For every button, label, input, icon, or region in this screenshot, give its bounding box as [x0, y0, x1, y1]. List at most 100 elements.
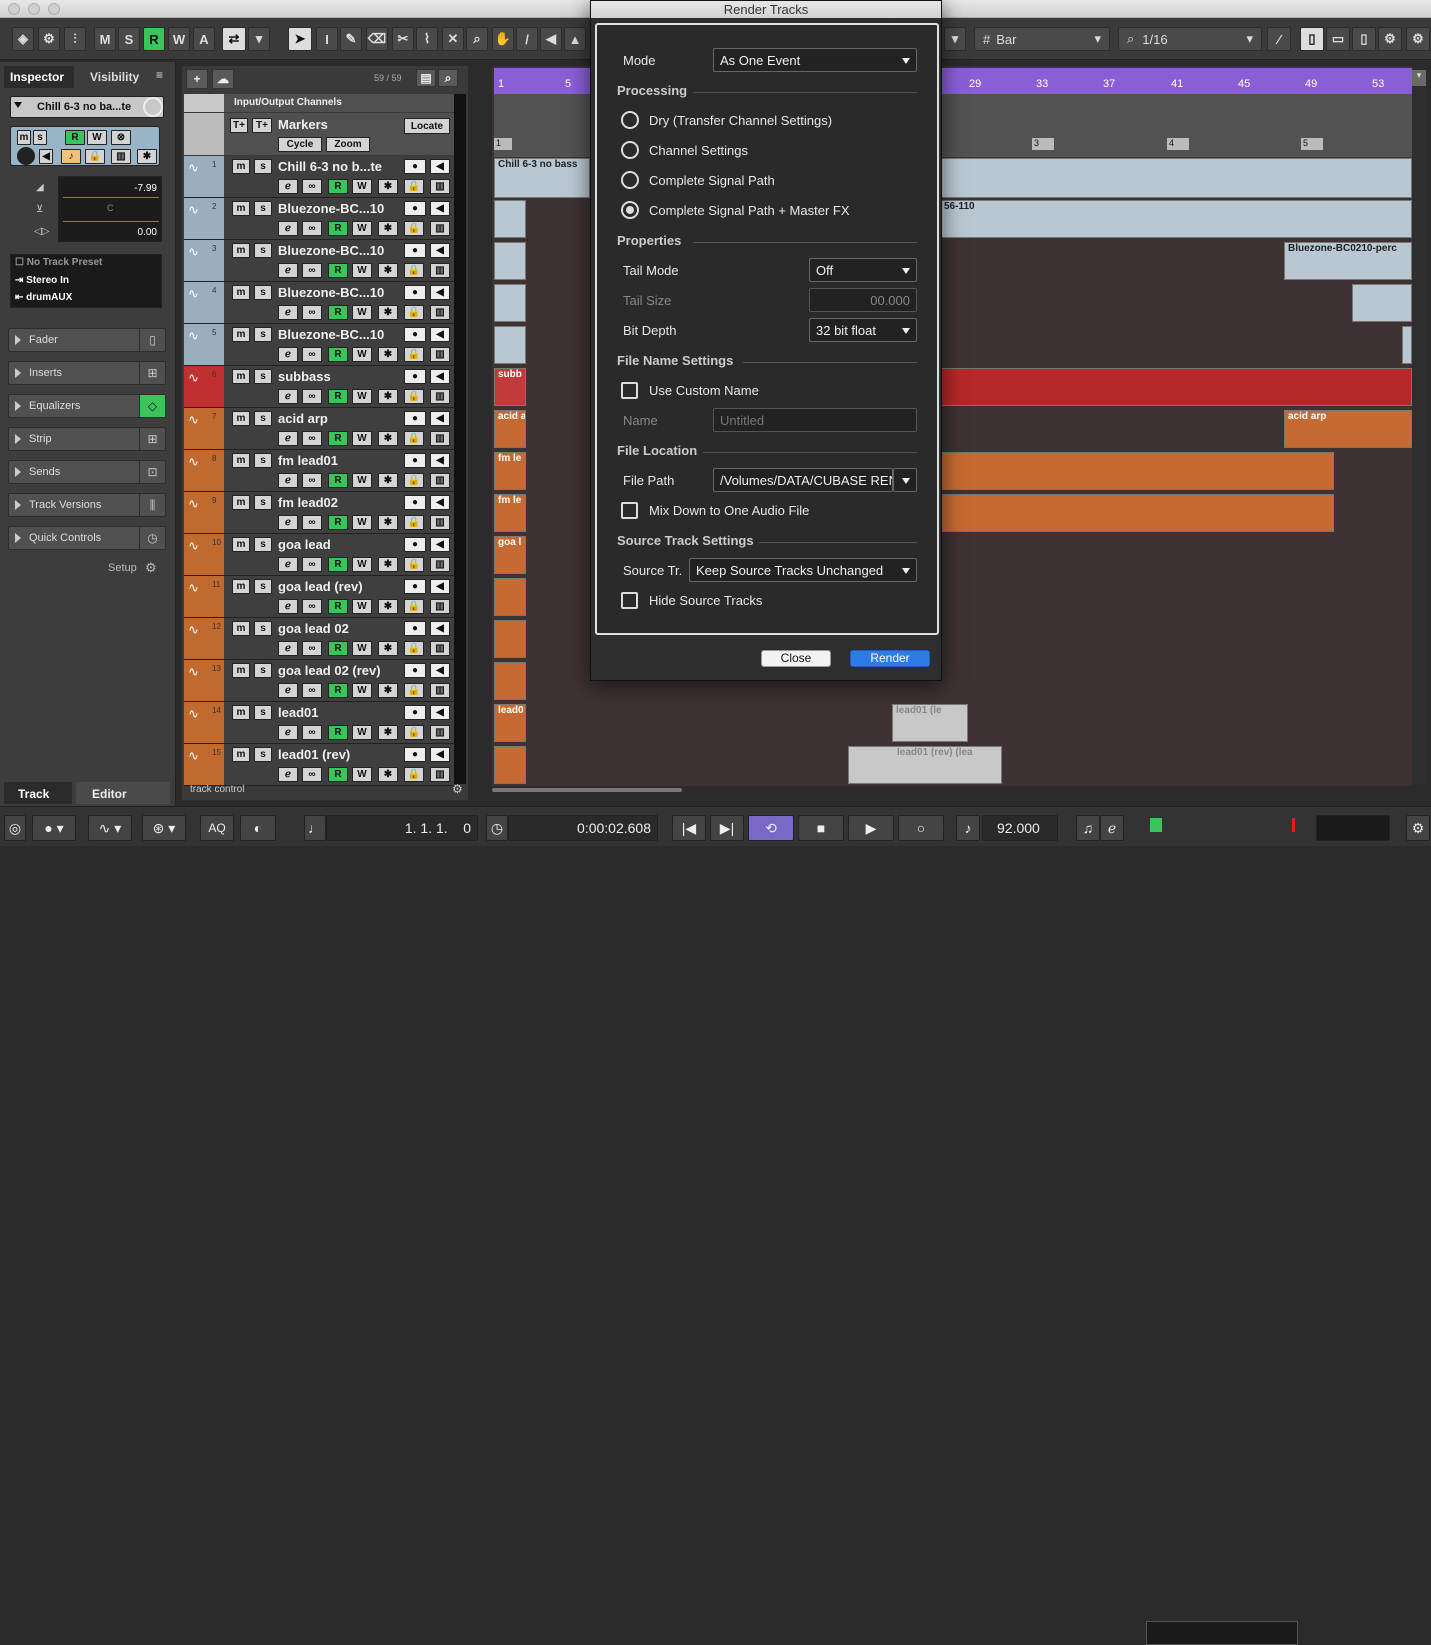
section-strip[interactable]: Strip ⊞: [8, 427, 166, 451]
record-enable-button[interactable]: ●: [404, 327, 426, 342]
marker-1[interactable]: 1: [494, 138, 512, 150]
delay-value[interactable]: 0.00: [138, 227, 157, 238]
quantize-apply-icon[interactable]: ⁄: [1267, 27, 1291, 51]
inspector-track-name[interactable]: Chill 6-3 no ba...te: [10, 96, 164, 118]
monitor-button[interactable]: ⊗: [111, 130, 131, 145]
mute-tool-icon[interactable]: ✕: [442, 27, 464, 51]
lanes-icon[interactable]: ▥: [430, 683, 450, 698]
record-enable-button[interactable]: ●: [404, 705, 426, 720]
track-name[interactable]: acid arp: [278, 411, 328, 426]
track-row[interactable]: ∿ 6 m s subbass ● ◀ ℯ ∞ R W ✱ 🔒 ▥: [184, 366, 454, 408]
track-name[interactable]: Bluezone-BC...10: [278, 285, 384, 300]
event-bluezone-4a[interactable]: [494, 284, 526, 322]
solo-button[interactable]: s: [254, 705, 272, 720]
read-automation-button[interactable]: R: [328, 347, 348, 362]
freeze-icon[interactable]: ✱: [378, 179, 398, 194]
tab-track[interactable]: Track: [4, 782, 72, 804]
freeze-icon[interactable]: ✱: [137, 149, 157, 164]
write-automation-button[interactable]: W: [352, 725, 372, 740]
speaker-tool-icon[interactable]: ◀: [540, 27, 562, 51]
solo-button[interactable]: s: [254, 747, 272, 762]
freeze-icon[interactable]: ✱: [378, 515, 398, 530]
event-fm-lead02-wave[interactable]: [940, 494, 1334, 532]
lock-icon[interactable]: 🔒: [404, 179, 424, 194]
lanes-icon[interactable]: ▥: [111, 149, 131, 164]
go-to-end-icon[interactable]: ▶|: [710, 815, 744, 841]
marker-3[interactable]: 3: [1032, 138, 1054, 150]
gear-icon[interactable]: ⚙: [145, 560, 157, 576]
lanes-icon[interactable]: ▥: [430, 515, 450, 530]
track-color-strip[interactable]: ∿ 1: [184, 156, 224, 197]
radio-dry[interactable]: [621, 111, 639, 129]
record-enable-button[interactable]: ●: [404, 747, 426, 762]
link-icon[interactable]: ∞: [302, 347, 322, 362]
close-button[interactable]: Close: [761, 650, 831, 667]
visibility-icon[interactable]: ▤: [416, 69, 436, 87]
lock-icon[interactable]: 🔒: [85, 149, 105, 164]
track-row[interactable]: ∿ 12 m s goa lead 02 ● ◀ ℯ ∞ R W ✱ 🔒 ▥: [184, 618, 454, 660]
link-icon[interactable]: ∞: [302, 599, 322, 614]
link-icon[interactable]: ∞: [302, 179, 322, 194]
read-automation-button[interactable]: R: [328, 767, 348, 782]
glue-tool-icon[interactable]: ⌇: [416, 27, 438, 51]
lock-icon[interactable]: 🔒: [404, 347, 424, 362]
tempo-track-icon[interactable]: ♪: [956, 815, 980, 841]
link-icon[interactable]: ∞: [302, 221, 322, 236]
track-row[interactable]: ∿ 10 m s goa lead ● ◀ ℯ ∞ R W ✱ 🔒 ▥: [184, 534, 454, 576]
file-path-field[interactable]: /Volumes/DATA/CUBASE REN: [713, 468, 893, 492]
edit-instrument-icon[interactable]: [143, 97, 163, 117]
track-row[interactable]: ∿ 2 m s Bluezone-BC...10 ● ◀ ℯ ∞ R W ✱ 🔒 ▥: [184, 198, 454, 240]
read-automation-button[interactable]: R: [328, 263, 348, 278]
write-automation-button[interactable]: W: [352, 389, 372, 404]
event-chill[interactable]: Chill 6-3 no bass: [494, 158, 590, 198]
track-name[interactable]: Bluezone-BC...10: [278, 243, 384, 258]
mute-button[interactable]: m: [17, 130, 31, 145]
solo-button[interactable]: s: [254, 537, 272, 552]
event-lead01-ghost[interactable]: lead01 (le: [892, 704, 968, 742]
solo-button[interactable]: s: [254, 243, 272, 258]
freeze-icon[interactable]: ✱: [378, 725, 398, 740]
write-automation-button[interactable]: W: [352, 473, 372, 488]
hand-tool-icon[interactable]: ✋: [492, 27, 514, 51]
read-automation-button[interactable]: R: [328, 725, 348, 740]
link-icon[interactable]: ∞: [302, 767, 322, 782]
record-enable-button[interactable]: ●: [404, 579, 426, 594]
gear-icon[interactable]: ⚙: [1406, 27, 1430, 51]
lanes-icon[interactable]: ▥: [430, 473, 450, 488]
solo-button[interactable]: s: [254, 495, 272, 510]
lanes-icon[interactable]: ▥: [430, 263, 450, 278]
mute-button[interactable]: m: [232, 705, 250, 720]
edit-channel-icon[interactable]: ℯ: [278, 515, 298, 530]
lanes-icon[interactable]: ▥: [430, 221, 450, 236]
solo-button[interactable]: s: [254, 327, 272, 342]
event-bluezone-2[interactable]: 56-110: [940, 200, 1412, 238]
lock-icon[interactable]: 🔒: [404, 305, 424, 320]
gear-icon[interactable]: ⚙: [452, 782, 463, 796]
edit-channel-icon[interactable]: ℯ: [278, 473, 298, 488]
edit-channel-icon[interactable]: ℯ: [278, 221, 298, 236]
close-window-button[interactable]: [8, 3, 20, 15]
write-automation-button[interactable]: W: [352, 515, 372, 530]
name-input[interactable]: Untitled: [713, 408, 917, 432]
write-mode-button[interactable]: W: [168, 27, 190, 51]
monitor-speaker-icon[interactable]: ◀: [39, 149, 53, 164]
event-goa-lead-02-rev[interactable]: [494, 662, 526, 700]
track-name[interactable]: goa lead (rev): [278, 579, 363, 594]
lock-icon[interactable]: 🔒: [404, 767, 424, 782]
minimize-window-button[interactable]: [28, 3, 40, 15]
track-color-strip[interactable]: ∿ 4: [184, 282, 224, 323]
event-goa-lead-rev[interactable]: [494, 578, 526, 616]
track-name[interactable]: fm lead01: [278, 453, 338, 468]
use-custom-name-checkbox[interactable]: [621, 382, 638, 399]
lanes-icon[interactable]: ▥: [430, 347, 450, 362]
event-bluezone-1[interactable]: [494, 200, 526, 238]
mix-down-checkbox[interactable]: [621, 502, 638, 519]
track-row[interactable]: ∿ 11 m s goa lead (rev) ● ◀ ℯ ∞ R W ✱ 🔒 ▥: [184, 576, 454, 618]
link-icon[interactable]: ∞: [302, 263, 322, 278]
line-tool-icon[interactable]: /: [516, 27, 538, 51]
track-row[interactable]: ∿ 8 m s fm lead01 ● ◀ ℯ ∞ R W ✱ 🔒 ▥: [184, 450, 454, 492]
event-fm-lead02[interactable]: fm le: [494, 494, 526, 532]
setup-label[interactable]: Setup: [108, 562, 137, 574]
lock-icon[interactable]: 🔒: [404, 725, 424, 740]
write-automation-button[interactable]: W: [352, 767, 372, 782]
